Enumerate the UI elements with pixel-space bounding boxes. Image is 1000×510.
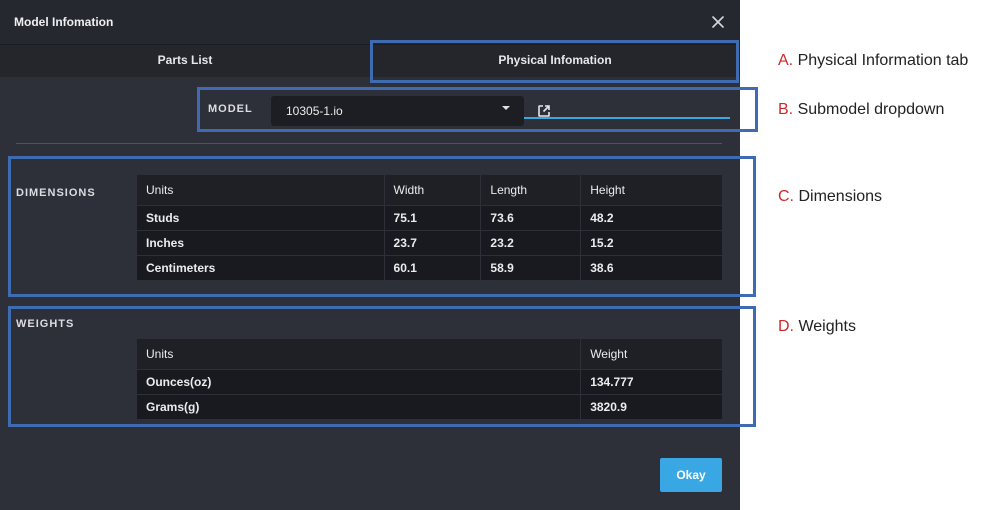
- callout-text: Physical Information tab: [797, 52, 969, 69]
- highlight-box-dimensions: [8, 156, 756, 297]
- callout-text: Weights: [798, 318, 856, 335]
- callout-letter: B.: [778, 101, 794, 118]
- callout-submodel-dropdown: B. Submodel dropdown: [778, 101, 944, 119]
- section-divider: [16, 143, 722, 144]
- highlight-box-submodel-dropdown: [197, 87, 758, 132]
- okay-button[interactable]: Okay: [660, 458, 722, 492]
- tab-parts-list[interactable]: Parts List: [0, 45, 370, 77]
- callout-text: Submodel dropdown: [797, 101, 945, 118]
- callout-physical-tab: A. Physical Information tab: [778, 52, 968, 70]
- callout-weights: D. Weights: [778, 318, 856, 336]
- callout-dimensions: C. Dimensions: [778, 188, 882, 206]
- callout-letter: C.: [778, 188, 794, 205]
- dialog-title: Model Infomation: [14, 15, 114, 29]
- dialog-titlebar: Model Infomation: [0, 0, 740, 45]
- close-icon[interactable]: [708, 12, 728, 32]
- highlight-box-weights: [8, 306, 756, 427]
- callout-letter: D.: [778, 318, 794, 335]
- highlight-box-physical-tab: [370, 40, 739, 83]
- callout-text: Dimensions: [798, 188, 883, 205]
- callout-letter: A.: [778, 52, 794, 69]
